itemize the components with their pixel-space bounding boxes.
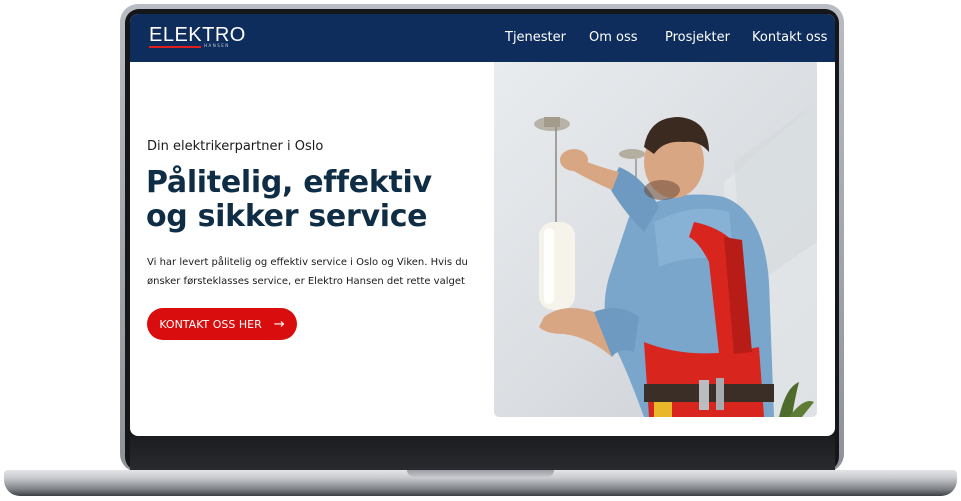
hero-headline: Pålitelig, effektiv og sikker service bbox=[146, 166, 432, 234]
hero-description-line-2: ønsker førsteklasses service, er Elektro… bbox=[147, 276, 465, 287]
laptop-frame: ELEKTRO HANSEN Tjenester Om oss Prosjekt… bbox=[0, 0, 961, 501]
laptop-screen: ELEKTRO HANSEN Tjenester Om oss Prosjekt… bbox=[130, 14, 835, 436]
arrow-right-icon: → bbox=[273, 316, 285, 332]
laptop-notch bbox=[407, 470, 554, 477]
nav-item-om-oss[interactable]: Om oss bbox=[589, 30, 638, 45]
hero-tagline: Din elektrikerpartner i Oslo bbox=[147, 139, 324, 154]
site-logo[interactable]: ELEKTRO bbox=[149, 24, 246, 46]
hero-image-electrician bbox=[494, 62, 817, 417]
hero-description: Vi har levert pålitelig og effektiv serv… bbox=[147, 253, 477, 291]
hero-headline-line-1: Pålitelig, effektiv bbox=[146, 165, 432, 200]
hero-headline-line-2: og sikker service bbox=[146, 199, 428, 234]
contact-us-button[interactable]: KONTAKT OSS HER → bbox=[147, 308, 297, 340]
nav-item-tjenester[interactable]: Tjenester bbox=[505, 30, 566, 45]
electrician-illustration bbox=[534, 102, 817, 417]
nav-item-prosjekter[interactable]: Prosjekter bbox=[665, 30, 730, 45]
top-navigation: ELEKTRO HANSEN Tjenester Om oss Prosjekt… bbox=[130, 14, 835, 62]
laptop-lower-bezel bbox=[130, 436, 835, 471]
hero-description-line-1: Vi har levert pålitelig og effektiv serv… bbox=[147, 257, 468, 268]
contact-us-button-label: KONTAKT OSS HER bbox=[159, 317, 262, 331]
logo-underline bbox=[149, 46, 201, 48]
nav-item-kontakt-oss[interactable]: Kontakt oss bbox=[752, 30, 827, 45]
logo-subtitle: HANSEN bbox=[204, 43, 230, 48]
